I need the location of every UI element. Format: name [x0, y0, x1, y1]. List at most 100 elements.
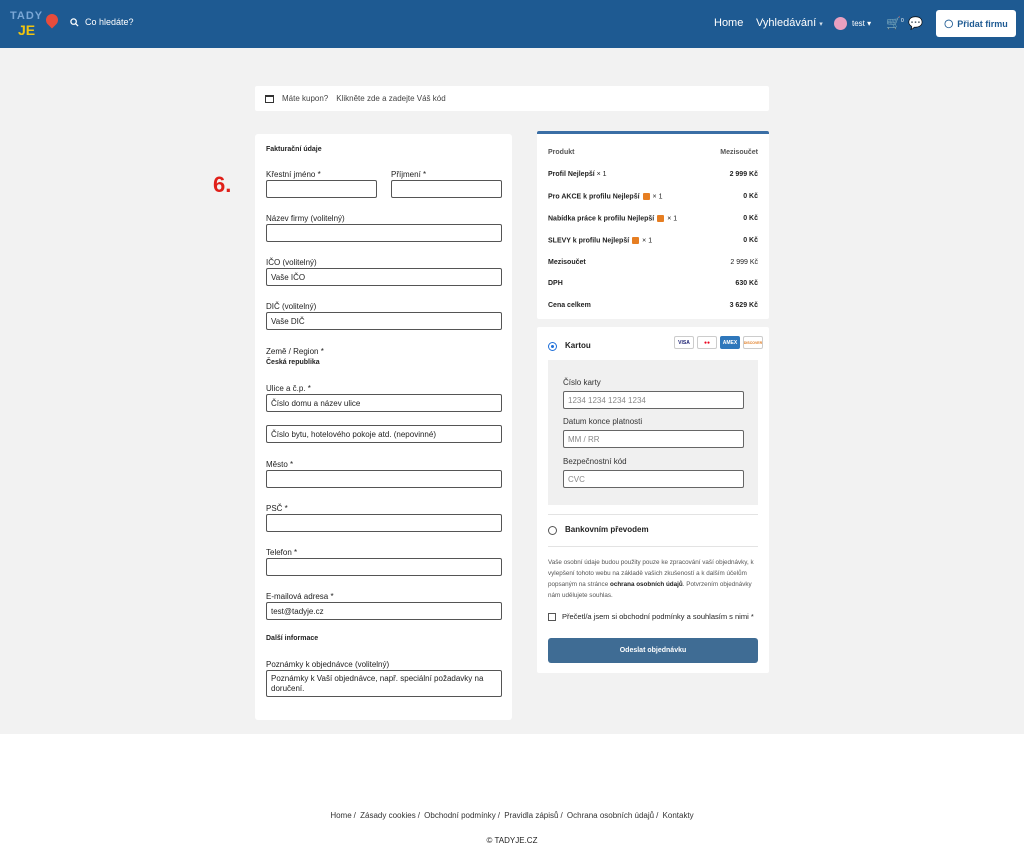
shield-icon: ◯: [944, 19, 954, 28]
coupon-link[interactable]: Klikněte zde a zadejte Váš kód: [336, 94, 445, 103]
order-total-label: Cena celkem: [548, 302, 591, 309]
dic-label: DIČ (volitelný): [266, 302, 317, 311]
zip-label: PSČ *: [266, 504, 288, 513]
street-field[interactable]: Číslo domu a název ulice: [266, 394, 502, 412]
company-label: Název firmy (volitelný): [266, 214, 345, 223]
site-logo[interactable]: TADY JE: [8, 10, 61, 38]
first-name-field[interactable]: [266, 180, 377, 198]
add-company-button[interactable]: ◯ Přidat firmu: [936, 10, 1016, 37]
search-placeholder: Co hledáte?: [85, 17, 134, 27]
chevron-down-icon: ▾: [867, 19, 872, 28]
extra-info-title: Další informace: [266, 635, 319, 642]
top-header: TADY JE Co hledáte? Home Vyhledávání ▾ t…: [0, 0, 1024, 48]
order-vat-row: DPH 630 Kč: [548, 280, 758, 287]
user-menu[interactable]: test ▾: [852, 19, 871, 28]
cart-icon[interactable]: 🛒0: [886, 16, 904, 30]
order-item-price: 2 999 Kč: [729, 171, 758, 178]
nav-search-menu[interactable]: Vyhledávání ▾: [756, 17, 823, 29]
pay-card-radio[interactable]: [548, 342, 557, 351]
pay-bank-label: Bankovním převodem: [565, 525, 649, 534]
email-field[interactable]: test@tadyje.cz: [266, 602, 502, 620]
main-content-area: [0, 48, 1024, 734]
order-subtotal-value: 2 999 Kč: [730, 259, 758, 266]
footer-link-home[interactable]: Home: [330, 811, 351, 820]
order-vat-label: DPH: [548, 280, 563, 287]
coupon-bar: Máte kupon? Klikněte zde a zadejte Váš k…: [255, 86, 769, 111]
privacy-policy-link[interactable]: ochrana osobních údajů: [610, 581, 683, 588]
visa-icon: VISA: [674, 336, 694, 349]
header-search[interactable]: Co hledáte?: [70, 17, 134, 27]
order-subtotal-label: Mezisoučet: [548, 259, 586, 266]
order-summary: Produkt Mezisoučet Profil Nejlepší × 1 2…: [537, 131, 769, 319]
order-vat-value: 630 Kč: [735, 280, 758, 287]
pay-bank-radio[interactable]: [548, 526, 557, 535]
order-subtotal-row: Mezisoučet 2 999 Kč: [548, 259, 758, 266]
order-header-row: Produkt Mezisoučet: [548, 149, 758, 156]
street2-field[interactable]: Číslo bytu, hotelového pokoje atd. (nepo…: [266, 425, 502, 443]
order-item-row: SLEVY k profilu Nejlepší × 1 0 Kč: [548, 237, 758, 244]
terms-label: Přečetl/a jsem si obchodní podmínky a so…: [562, 612, 754, 621]
avatar[interactable]: [834, 17, 847, 30]
calendar-icon: [265, 94, 274, 103]
phone-label: Telefon *: [266, 548, 298, 557]
country-label: Země / Region *: [266, 347, 324, 356]
divider: [548, 514, 758, 515]
search-icon: [70, 17, 79, 27]
card-brands: VISA ●● AMEX DISCOVER: [674, 336, 763, 349]
order-item-price: 0 Kč: [743, 193, 758, 200]
order-item-qty: × 1: [596, 171, 607, 178]
footer-link-cookies[interactable]: Zásady cookies: [360, 811, 416, 820]
city-label: Město *: [266, 460, 294, 469]
city-field[interactable]: [266, 470, 502, 488]
last-name-label: Příjmení *: [391, 170, 427, 179]
notes-field[interactable]: Poznámky k Vaší objednávce, např. speciá…: [266, 670, 502, 697]
last-name-field[interactable]: [391, 180, 502, 198]
messages-icon[interactable]: 💬: [908, 16, 923, 30]
expiry-label: Datum konce platnosti: [563, 417, 643, 426]
product-badge-icon: [657, 215, 665, 222]
phone-field[interactable]: [266, 558, 502, 576]
submit-order-button[interactable]: Odeslat objednávku: [548, 638, 758, 663]
order-item-name: Nabídka práce k profilu Nejlepší: [548, 215, 655, 223]
cvc-input[interactable]: CVC: [563, 470, 744, 488]
expiry-input[interactable]: MM / RR: [563, 430, 744, 448]
cart-count-badge: 0: [900, 18, 904, 24]
divider: [548, 546, 758, 547]
logo-text-bottom: JE: [18, 22, 36, 38]
user-name: test: [852, 19, 865, 28]
nav-home-link[interactable]: Home: [714, 17, 743, 29]
footer-link-privacy[interactable]: Ochrana osobních údajů: [567, 811, 654, 820]
card-number-input[interactable]: 1234 1234 1234 1234: [563, 391, 744, 409]
coupon-question: Máte kupon?: [282, 94, 329, 103]
ico-label: IČO (volitelný): [266, 258, 317, 267]
discover-icon: DISCOVER: [743, 336, 763, 349]
map-pin-icon: [43, 11, 61, 29]
dic-field[interactable]: Vaše DIČ: [266, 312, 502, 330]
product-badge-icon: [642, 193, 650, 200]
order-item-row: Profil Nejlepší × 1 2 999 Kč: [548, 171, 758, 178]
order-item-row: Pro AKCE k profilu Nejlepší × 1 0 Kč: [548, 193, 758, 200]
order-item-row: Nabídka práce k profilu Nejlepší × 1 0 Kč: [548, 215, 758, 222]
zip-field[interactable]: [266, 514, 502, 532]
street-label: Ulice a č.p. *: [266, 384, 311, 393]
footer-link-contacts[interactable]: Kontakty: [663, 811, 694, 820]
terms-checkbox[interactable]: [548, 613, 556, 621]
order-item-qty: × 1: [652, 193, 663, 201]
ico-field[interactable]: Vaše IČO: [266, 268, 502, 286]
copyright: © TADYJE.CZ: [486, 836, 538, 845]
footer-link-rules[interactable]: Pravidla zápisů: [504, 811, 558, 820]
order-item-price: 0 Kč: [743, 237, 758, 244]
footer-link-terms[interactable]: Obchodní podmínky: [424, 811, 496, 820]
first-name-label: Křestní jméno *: [266, 170, 321, 179]
cvc-label: Bezpečnostní kód: [563, 457, 627, 466]
privacy-notice: Vaše osobní údaje budou použity pouze ke…: [548, 557, 760, 601]
step-number: 6.: [213, 172, 232, 197]
order-col-subtotal: Mezisoučet: [720, 149, 758, 156]
company-field[interactable]: [266, 224, 502, 242]
logo-text-top: TADY: [10, 10, 44, 22]
order-item-price: 0 Kč: [743, 215, 758, 222]
order-item-qty: × 1: [667, 215, 678, 223]
order-col-product: Produkt: [548, 149, 575, 156]
order-item-name: Pro AKCE k profilu Nejlepší: [548, 193, 640, 201]
order-item-name: Profil Nejlepší: [548, 171, 595, 178]
